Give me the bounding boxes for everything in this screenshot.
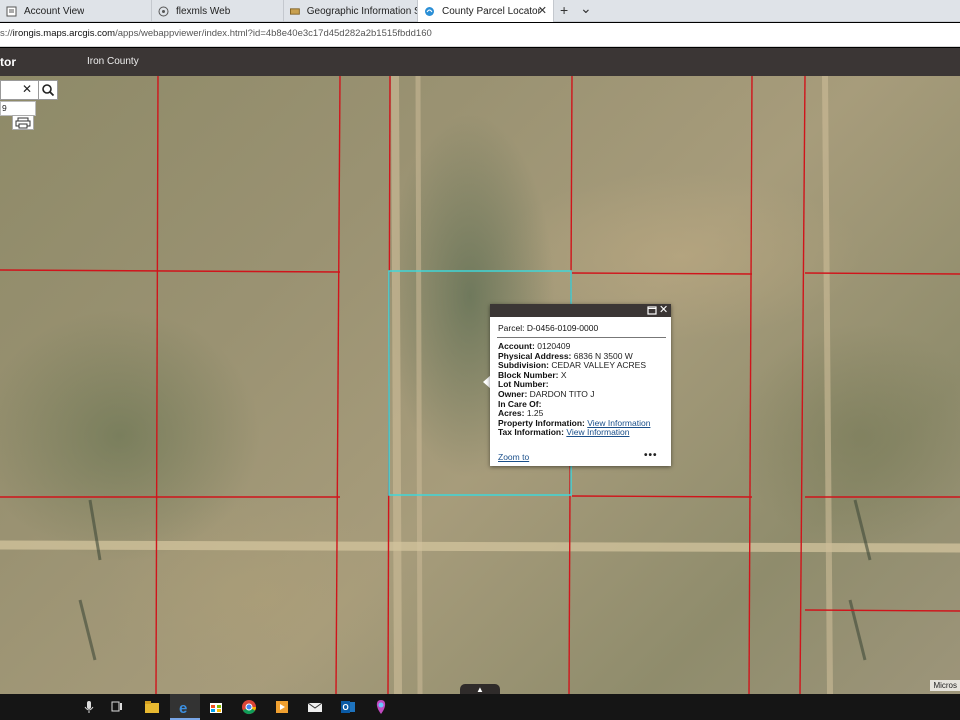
tab-account-view[interactable]: Account View [0,0,152,22]
popup-divider [497,337,666,338]
document-icon [6,6,17,16]
app-subtitle: Iron County [87,56,139,67]
field-label: Tax Information: [498,427,564,438]
field-label: Subdivision: [498,360,549,371]
field-label: Account: [498,341,535,351]
field-label: Acres: [498,408,525,419]
powerline-shadow [848,499,872,661]
map-attribution: Micros [930,680,960,691]
field-value: DARDON TITO J [529,388,595,399]
field-label: Lot Number: [498,379,549,390]
field-value: CEDAR VALLEY ACRES [551,360,647,371]
tab-county-parcel-locator[interactable]: County Parcel Locator ✕ [418,0,554,22]
task-view-icon[interactable] [108,698,126,716]
globe-icon [158,6,169,16]
windows-taskbar: e O [0,694,960,720]
map-view[interactable]: ▲ Micros [0,76,960,694]
dirt-road [0,540,960,553]
search-button[interactable] [38,80,58,100]
field-label: Physical Address: [498,350,572,361]
store-icon[interactable] [207,698,225,716]
app-header: tor Iron County [0,48,960,76]
edge-icon[interactable]: e [176,698,194,716]
more-options-icon[interactable]: ••• [644,450,658,461]
attribute-panel-toggle[interactable]: ▲ [460,684,500,694]
field-label: Property Information: [498,417,585,428]
tab-geographic-information[interactable]: Geographic Information Sys [284,0,418,22]
parcel-map-layer [0,76,960,694]
parcel-popup: ✕ Parcel: D-0456-0109-0000 Account: 0120… [490,304,671,466]
search-suggestion[interactable]: 9 [0,101,36,116]
url-prefix: s:// [0,28,13,39]
arcgis-icon [425,6,434,16]
dirt-road [391,76,402,694]
tab-label: flexmls Web [176,5,231,17]
dirt-road [415,76,423,694]
tab-label: Account View [24,5,85,17]
close-icon[interactable]: ✕ [659,304,668,317]
printer-icon [15,117,31,129]
parcel-boundaries [0,76,960,694]
search-input[interactable] [0,80,38,100]
browser-tab-bar: Account View flexmls Web Geographic Info… [0,0,960,22]
field-label: In Care Of: [498,398,542,409]
chrome-icon[interactable] [240,698,258,716]
outlook-icon[interactable]: O [339,698,357,716]
svg-text:O: O [343,703,349,712]
tab-label: Geographic Information Sys [306,5,417,17]
address-url[interactable]: s://irongis.maps.arcgis.com/apps/webappv… [0,28,432,39]
url-path: /apps/webappviewer/index.html?id=4b8e40e… [115,28,432,39]
media-icon[interactable] [273,698,291,716]
search-icon [42,84,55,97]
dirt-road [822,76,833,694]
clear-icon[interactable]: ✕ [22,82,32,96]
tax-info-link[interactable]: View Information [566,427,629,438]
new-tab-icon[interactable]: + [560,3,568,17]
property-info-link[interactable]: View Information [587,418,650,428]
field-label: Owner: [498,388,528,399]
microphone-icon[interactable] [80,698,98,716]
file-explorer-icon[interactable] [143,698,161,716]
app-title: tor [0,55,16,69]
field-value: 1.25 [526,408,544,419]
zoom-to-link[interactable]: Zoom to [498,452,529,462]
feedback-icon[interactable] [372,698,390,716]
tab-flexmls-web[interactable]: flexmls Web [152,0,284,22]
field-label: Block Number: [498,369,559,380]
field-value: 6836 N 3500 W [573,350,633,361]
address-bar[interactable]: s://irongis.maps.arcgis.com/apps/webappv… [0,23,960,47]
tab-label: County Parcel Locator [442,5,541,17]
popup-title: Parcel: D-0456-0109-0000 [498,323,599,333]
card-icon [290,7,300,15]
popup-fields: Account: 0120409 Physical Address: 6836 … [498,341,650,438]
print-button[interactable] [12,115,34,130]
svg-text:e: e [179,700,187,716]
maximize-icon[interactable] [647,306,657,315]
search-widget: ✕ [0,80,58,100]
mail-icon[interactable] [306,698,324,716]
field-value: 0120409 [537,341,571,351]
field-tax-information: Tax Information: View Information [498,428,650,438]
tab-menu-chevron-icon[interactable]: ⌄ [580,1,592,15]
powerline-shadow [78,499,102,661]
popup-header: ✕ [490,304,671,317]
field-value: X [560,369,567,380]
url-host: irongis.maps.arcgis.com [12,28,116,39]
close-tab-icon[interactable]: ✕ [538,4,547,17]
